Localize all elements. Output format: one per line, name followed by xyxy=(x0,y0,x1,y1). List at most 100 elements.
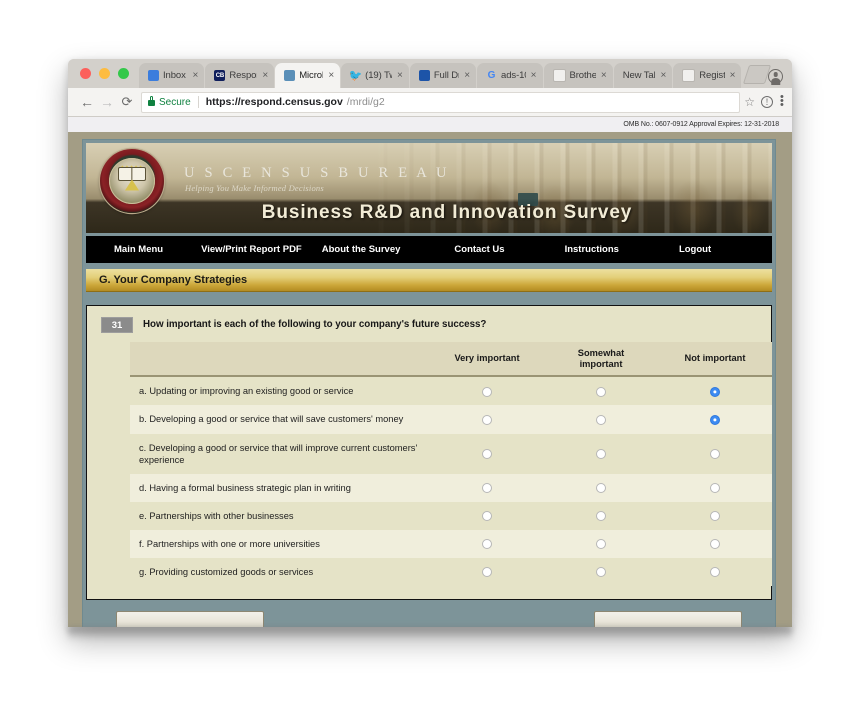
radio-b-somewhat-important[interactable] xyxy=(596,414,606,425)
close-icon[interactable]: × xyxy=(327,70,334,81)
tab-title: Brother xyxy=(569,70,596,81)
radio-cell-b-very[interactable] xyxy=(430,405,544,434)
question-panel: 31 How important is each of the followin… xyxy=(86,305,772,600)
table-row-b: b. Developing a good or service that wil… xyxy=(130,405,772,434)
radio-f-not-important[interactable] xyxy=(710,539,720,550)
radio-cell-a-very[interactable] xyxy=(430,376,544,406)
radio-c-somewhat-important[interactable] xyxy=(596,448,606,459)
radio-g-not-important[interactable] xyxy=(710,567,720,578)
radio-cell-d-not[interactable] xyxy=(658,473,772,502)
census-banner: ★★★★★ U S C E N S U S B U R E A U Helpin… xyxy=(86,143,772,233)
radio-cell-f-somewhat[interactable] xyxy=(544,529,658,558)
table-header: Very important Somewhat important Not im… xyxy=(130,342,772,378)
radio-e-very-important[interactable] xyxy=(482,511,492,522)
radio-cell-g-very[interactable] xyxy=(430,557,544,586)
browser-menu-icon[interactable]: • • • xyxy=(780,92,784,111)
radio-cell-f-not[interactable] xyxy=(658,529,772,558)
browser-tab-7[interactable]: Brother × xyxy=(543,63,613,88)
new-tab-button[interactable] xyxy=(743,65,772,84)
column-header-line2: important xyxy=(579,358,623,369)
tabstrip-right-controls xyxy=(768,69,792,88)
close-icon[interactable]: × xyxy=(659,70,666,81)
close-icon[interactable]: × xyxy=(600,70,607,81)
next-button[interactable] xyxy=(594,611,742,627)
radio-cell-e-very[interactable] xyxy=(430,501,544,530)
table-row-d: d. Having a formal business strategic pl… xyxy=(130,473,772,502)
radio-f-somewhat-important[interactable] xyxy=(596,539,606,550)
radio-b-not-important[interactable] xyxy=(710,414,720,425)
form-button-row xyxy=(86,611,772,627)
radio-f-very-important[interactable] xyxy=(482,539,492,550)
minimize-window-button[interactable] xyxy=(99,68,110,79)
radio-b-very-important[interactable] xyxy=(482,414,492,425)
tab-title: Respon xyxy=(229,70,257,81)
radio-cell-d-somewhat[interactable] xyxy=(544,473,658,502)
radio-cell-b-not[interactable] xyxy=(658,405,772,434)
address-bar[interactable]: Secure https://respond.census.gov/mrdi/g… xyxy=(141,91,741,113)
radio-d-not-important[interactable] xyxy=(710,483,720,493)
info-circle-icon[interactable]: ! xyxy=(761,96,773,108)
question-number-badge: 31 xyxy=(101,317,133,333)
radio-cell-g-somewhat[interactable] xyxy=(544,557,658,586)
section-header: G. Your Company Strategies xyxy=(86,269,772,292)
close-icon[interactable]: × xyxy=(396,70,403,81)
close-icon[interactable]: × xyxy=(729,70,736,81)
radio-cell-c-not[interactable] xyxy=(658,433,772,474)
radio-cell-b-somewhat[interactable] xyxy=(544,405,658,434)
radio-e-somewhat-important[interactable] xyxy=(596,511,606,522)
nav-item-contact-us[interactable]: Contact Us xyxy=(412,244,516,255)
forward-icon[interactable]: → xyxy=(97,95,117,109)
browser-tab-1[interactable]: Inbox - × xyxy=(139,63,205,88)
previous-button[interactable] xyxy=(116,611,264,627)
radio-a-somewhat-important[interactable] xyxy=(596,386,606,397)
radio-c-very-important[interactable] xyxy=(482,448,492,459)
radio-cell-e-somewhat[interactable] xyxy=(544,501,658,530)
radio-g-somewhat-important[interactable] xyxy=(596,567,606,578)
bookmark-star-icon[interactable]: ☆ xyxy=(744,95,755,109)
maximize-window-button[interactable] xyxy=(118,68,129,79)
avatar-icon[interactable] xyxy=(768,69,783,84)
close-icon[interactable]: × xyxy=(192,70,199,81)
column-header-very-important: Very important xyxy=(430,342,544,378)
tab-title: Registr xyxy=(699,70,724,81)
close-window-button[interactable] xyxy=(80,68,91,79)
radio-e-not-important[interactable] xyxy=(710,511,720,522)
radio-d-somewhat-important[interactable] xyxy=(596,483,606,493)
close-icon[interactable]: × xyxy=(530,70,537,81)
radio-d-very-important[interactable] xyxy=(482,483,492,493)
url-host: https://respond.census.gov xyxy=(205,96,343,108)
radio-a-very-important[interactable] xyxy=(482,386,492,397)
radio-cell-c-very[interactable] xyxy=(430,433,544,474)
browser-tab-3-active[interactable]: Microb × xyxy=(275,63,341,88)
omb-notice-bar: OMB No.: 0607-0912 Approval Expires: 12-… xyxy=(68,117,792,132)
browser-tab-6[interactable]: G ads-10 × xyxy=(477,63,543,88)
close-icon[interactable]: × xyxy=(463,70,470,81)
radio-cell-g-not[interactable] xyxy=(658,557,772,586)
radio-cell-a-somewhat[interactable] xyxy=(544,376,658,406)
back-icon[interactable]: ← xyxy=(77,95,97,109)
reload-icon[interactable]: ⟳ xyxy=(117,94,137,110)
nav-item-about-the-survey[interactable]: About the Survey xyxy=(314,244,413,255)
radio-cell-e-not[interactable] xyxy=(658,501,772,530)
radio-cell-c-somewhat[interactable] xyxy=(544,433,658,474)
close-icon[interactable]: × xyxy=(261,70,268,81)
radio-g-very-important[interactable] xyxy=(482,567,492,578)
row-label-b: b. Developing a good or service that wil… xyxy=(130,405,430,434)
nav-item-main-menu[interactable]: Main Menu xyxy=(86,244,175,255)
browser-tab-4[interactable]: 🐦 (19) Tw × xyxy=(341,63,409,88)
section-title: G. Your Company Strategies xyxy=(99,274,248,286)
radio-c-not-important[interactable] xyxy=(710,448,720,459)
seal-book-icon xyxy=(119,167,145,180)
radio-cell-f-very[interactable] xyxy=(430,529,544,558)
browser-tab-8[interactable]: New Tab × xyxy=(613,63,673,88)
radio-cell-a-not[interactable] xyxy=(658,376,772,406)
browser-tab-5[interactable]: Full Dri × xyxy=(409,63,477,88)
nav-item-instructions[interactable]: Instructions xyxy=(517,244,631,255)
radio-a-not-important[interactable] xyxy=(710,386,720,397)
radio-cell-d-very[interactable] xyxy=(430,473,544,502)
nav-item-view-print-report-pdf[interactable]: View/Print Report PDF xyxy=(175,244,314,255)
lock-icon xyxy=(148,96,155,106)
browser-tab-9[interactable]: Registr × xyxy=(673,63,742,88)
nav-item-logout[interactable]: Logout xyxy=(631,244,723,255)
browser-tab-2[interactable]: CB Respon × xyxy=(205,63,275,88)
